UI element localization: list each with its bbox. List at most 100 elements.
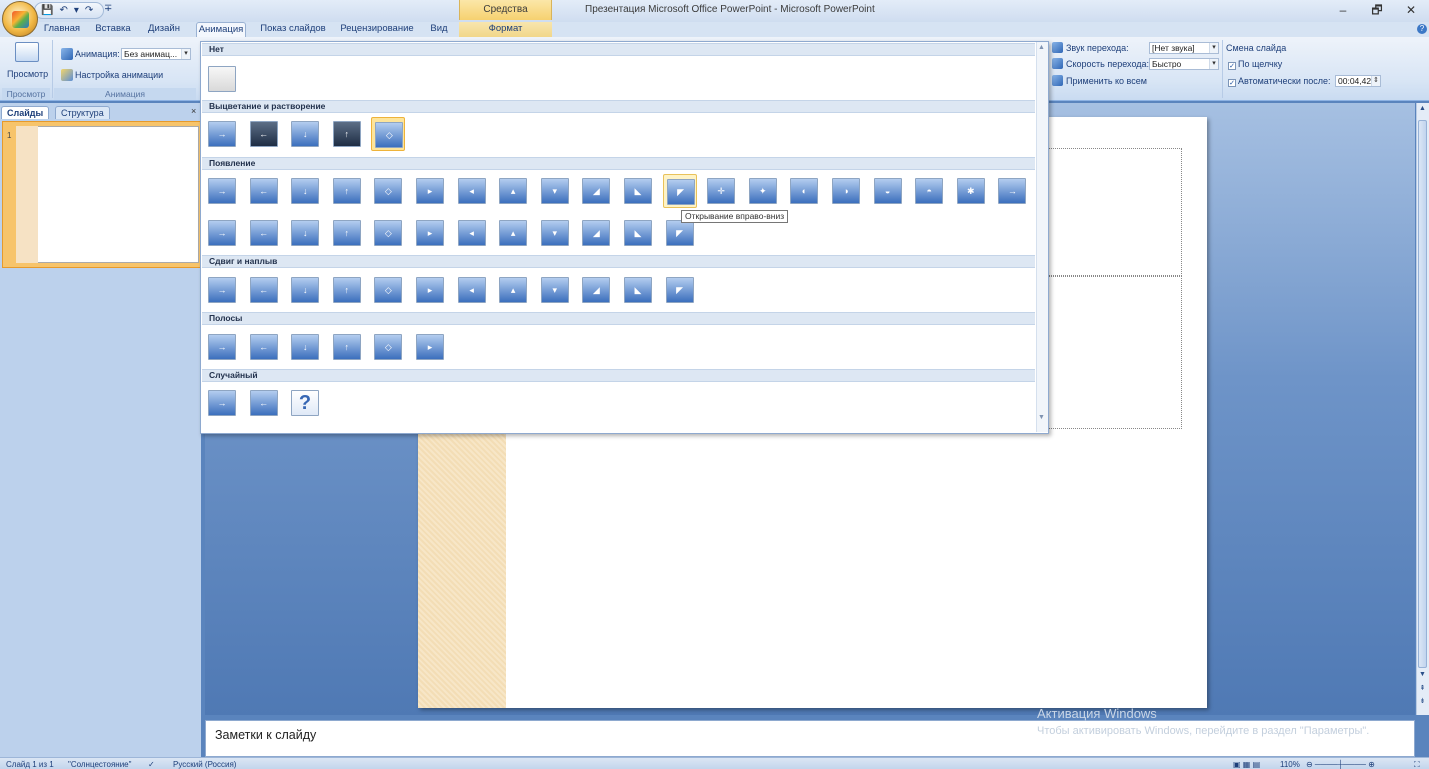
on-click-checkbox[interactable]: ✓ По щелчку (1228, 59, 1282, 70)
tab-design[interactable]: Дизайн (143, 22, 185, 37)
tab-review[interactable]: Рецензирование (337, 22, 417, 37)
transition-stripes-4[interactable]: ↑ (330, 330, 364, 364)
transition-push-2[interactable]: ← (247, 273, 281, 307)
transition-push-6[interactable]: ▸ (413, 273, 447, 307)
tab-slides[interactable]: Слайды (1, 106, 50, 119)
transition-random-1[interactable]: → (205, 386, 239, 420)
transition-wipe-12[interactable]: ◤ (662, 174, 697, 208)
tab-view[interactable]: Вид (427, 22, 451, 37)
close-button[interactable]: ✕ (1394, 1, 1428, 19)
maximize-button[interactable]: 🗗 (1360, 1, 1394, 19)
transition-wipe-extra-1[interactable]: → (205, 216, 239, 250)
transition-wipe-18[interactable]: ◓ (912, 174, 946, 208)
gallery-scroll-down-icon[interactable]: ▼ (1038, 414, 1045, 421)
transition-random-question[interactable]: ? (288, 386, 322, 420)
transition-push-8[interactable]: ▴ (496, 273, 530, 307)
transition-none[interactable] (205, 62, 239, 96)
transition-push-1[interactable]: → (205, 273, 239, 307)
gallery-scrollbar[interactable] (1036, 42, 1048, 432)
transition-wipe-15[interactable]: ◐ (787, 174, 821, 208)
save-icon[interactable]: 💾 (41, 5, 53, 16)
status-language[interactable]: Русский (Россия) (173, 760, 236, 769)
scroll-down-icon[interactable]: ▼ (1417, 670, 1428, 680)
close-panel-icon[interactable]: × (191, 106, 196, 116)
tab-format[interactable]: Формат (459, 22, 552, 37)
transition-wipe-6[interactable]: ▸ (413, 174, 447, 208)
transition-push-12[interactable]: ◤ (663, 273, 697, 307)
transition-wipe-extra-10[interactable]: ◢ (579, 216, 613, 250)
undo-dropdown-icon[interactable]: ▾ (74, 5, 79, 16)
office-button[interactable] (2, 1, 38, 37)
transition-wipe-9[interactable]: ▾ (538, 174, 572, 208)
transition-wipe-extra-4[interactable]: ↑ (330, 216, 364, 250)
transition-wipe-7[interactable]: ◂ (455, 174, 489, 208)
prev-slide-icon[interactable]: ⇞ (1417, 684, 1428, 694)
transition-wipe-extra-9[interactable]: ▾ (538, 216, 572, 250)
transition-wipe-extra-11[interactable]: ◣ (621, 216, 655, 250)
transition-wipe-11[interactable]: ◣ (621, 174, 655, 208)
spellcheck-icon[interactable]: ✓ (148, 760, 155, 769)
help-icon[interactable]: ? (1417, 24, 1427, 34)
transition-wipe-8[interactable]: ▴ (496, 174, 530, 208)
transition-wipe-19[interactable]: ✱ (954, 174, 988, 208)
transition-fade-3[interactable]: ↓ (288, 117, 322, 151)
transition-wipe-1[interactable]: → (205, 174, 239, 208)
transition-wipe-5[interactable]: ◇ (371, 174, 405, 208)
transition-wipe-extra-7[interactable]: ◂ (455, 216, 489, 250)
transition-push-3[interactable]: ↓ (288, 273, 322, 307)
custom-animation-button[interactable]: Настройка анимации (75, 70, 163, 80)
zoom-slider[interactable]: ⊖ ────┼──── ⊕ (1306, 760, 1375, 769)
slide-thumbnail[interactable] (16, 126, 199, 263)
transition-wipe-14[interactable]: ✦ (746, 174, 780, 208)
transition-push-9[interactable]: ▾ (538, 273, 572, 307)
transition-stripes-5[interactable]: ◇ (371, 330, 405, 364)
scroll-up-icon[interactable]: ▲ (1417, 104, 1428, 114)
tab-slideshow[interactable]: Показ слайдов (258, 22, 328, 37)
transition-push-11[interactable]: ◣ (621, 273, 655, 307)
animation-combo[interactable]: Без анимац... ▾ (121, 48, 191, 60)
tab-home[interactable]: Главная (40, 22, 84, 37)
customize-qat-icon[interactable]: ∓ (104, 3, 112, 14)
scrollbar-thumb[interactable] (1418, 120, 1427, 668)
transition-wipe-16[interactable]: ◑ (829, 174, 863, 208)
transition-wipe-20[interactable]: → (995, 174, 1029, 208)
transition-wipe-extra-3[interactable]: ↓ (288, 216, 322, 250)
tab-outline[interactable]: Структура (55, 106, 110, 119)
transition-wipe-extra-5[interactable]: ◇ (371, 216, 405, 250)
transition-wipe-extra-8[interactable]: ▴ (496, 216, 530, 250)
transition-stripes-3[interactable]: ↓ (288, 330, 322, 364)
transition-stripes-2[interactable]: ← (247, 330, 281, 364)
transition-stripes-1[interactable]: → (205, 330, 239, 364)
preview-icon[interactable] (15, 42, 39, 62)
gallery-scroll-up-icon[interactable]: ▲ (1038, 44, 1045, 51)
transition-push-10[interactable]: ◢ (579, 273, 613, 307)
view-buttons[interactable]: ▣ ▦ ▤ (1233, 760, 1260, 769)
speed-combo[interactable]: Быстро ▾ (1149, 58, 1219, 70)
transition-wipe-4[interactable]: ↑ (330, 174, 364, 208)
tab-animation[interactable]: Анимация (196, 22, 246, 37)
transition-fade-2[interactable]: ← (247, 117, 281, 151)
fit-window-icon[interactable]: ⛶ (1414, 760, 1420, 769)
transition-fade-5[interactable]: ◇ (371, 117, 406, 151)
transition-wipe-13[interactable]: ✛ (704, 174, 738, 208)
transition-push-4[interactable]: ↑ (330, 273, 364, 307)
transition-wipe-extra-2[interactable]: ← (247, 216, 281, 250)
auto-time-spinner[interactable]: 00:04,42 ⇕ (1335, 75, 1381, 87)
zoom-level[interactable]: 110% (1280, 760, 1300, 769)
minimize-button[interactable]: – (1326, 1, 1360, 19)
sound-combo[interactable]: [Нет звука] ▾ (1149, 42, 1219, 54)
transition-wipe-3[interactable]: ↓ (288, 174, 322, 208)
transition-wipe-10[interactable]: ◢ (579, 174, 613, 208)
apply-all-button[interactable]: Применить ко всем (1066, 76, 1147, 86)
transition-fade-1[interactable]: → (205, 117, 239, 151)
transition-random-2[interactable]: ← (247, 386, 281, 420)
auto-after-checkbox[interactable]: ✓ Автоматически после: (1228, 76, 1331, 87)
preview-button[interactable]: Просмотр (7, 69, 48, 79)
tab-insert[interactable]: Вставка (90, 22, 136, 37)
next-slide-icon[interactable]: ⇟ (1417, 697, 1428, 707)
transition-stripes-6[interactable]: ▸ (413, 330, 447, 364)
transition-push-5[interactable]: ◇ (371, 273, 405, 307)
undo-icon[interactable]: ↶ (59, 5, 67, 16)
transition-wipe-2[interactable]: ← (247, 174, 281, 208)
transition-fade-4[interactable]: ↑ (330, 117, 364, 151)
